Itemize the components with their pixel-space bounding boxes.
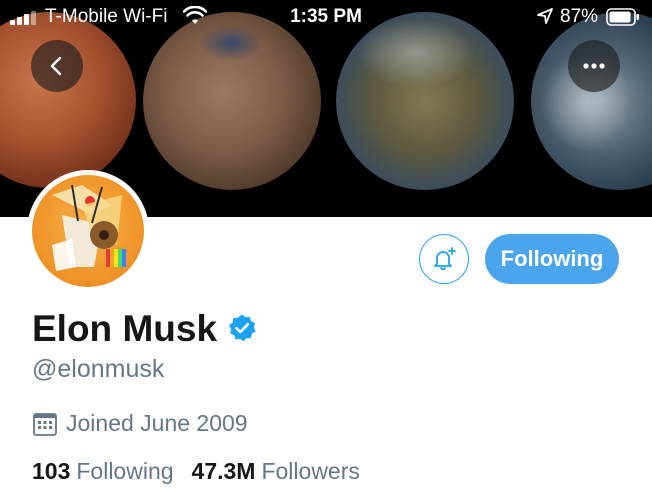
carrier-label: T-Mobile Wi-Fi (45, 6, 168, 27)
wifi-icon (182, 5, 208, 32)
status-bar: T-Mobile Wi-Fi 1:35 PM 87% (0, 0, 652, 34)
chevron-left-icon (50, 56, 62, 76)
battery-icon (606, 8, 640, 32)
more-options-button[interactable] (568, 40, 620, 92)
followers-label: Followers (261, 458, 360, 484)
planet-3 (336, 12, 514, 190)
location-arrow-icon (537, 8, 553, 30)
following-label: Following (76, 458, 174, 484)
avatar[interactable] (27, 170, 149, 292)
avatar-image (32, 175, 144, 287)
profile-name: Elon Musk (32, 308, 218, 349)
profile-name-row: Elon Musk (32, 308, 257, 350)
notifications-button[interactable] (419, 234, 469, 284)
planet-2 (143, 12, 321, 190)
battery-percent: 87% (560, 6, 599, 27)
bell-plus-icon (434, 247, 456, 271)
verified-badge-icon (227, 313, 257, 348)
followers-stat[interactable]: 47.3M Followers (192, 458, 360, 485)
following-count: 103 (32, 458, 71, 484)
more-horizontal-icon (583, 63, 605, 69)
joined-date: Joined June 2009 (66, 410, 248, 436)
planet-4 (531, 12, 652, 190)
cellular-signal-icon (10, 9, 40, 25)
calendar-icon (33, 412, 57, 436)
profile-handle: @elonmusk (32, 355, 165, 383)
joined-date-row: Joined June 2009 (32, 410, 248, 437)
planet-1 (0, 12, 136, 188)
followers-count: 47.3M (191, 458, 256, 484)
back-button[interactable] (31, 40, 83, 92)
following-button[interactable]: Following (485, 234, 619, 284)
following-stat[interactable]: 103 Following (32, 458, 174, 485)
follow-stats: 103 Following 47.3M Followers (32, 458, 360, 485)
